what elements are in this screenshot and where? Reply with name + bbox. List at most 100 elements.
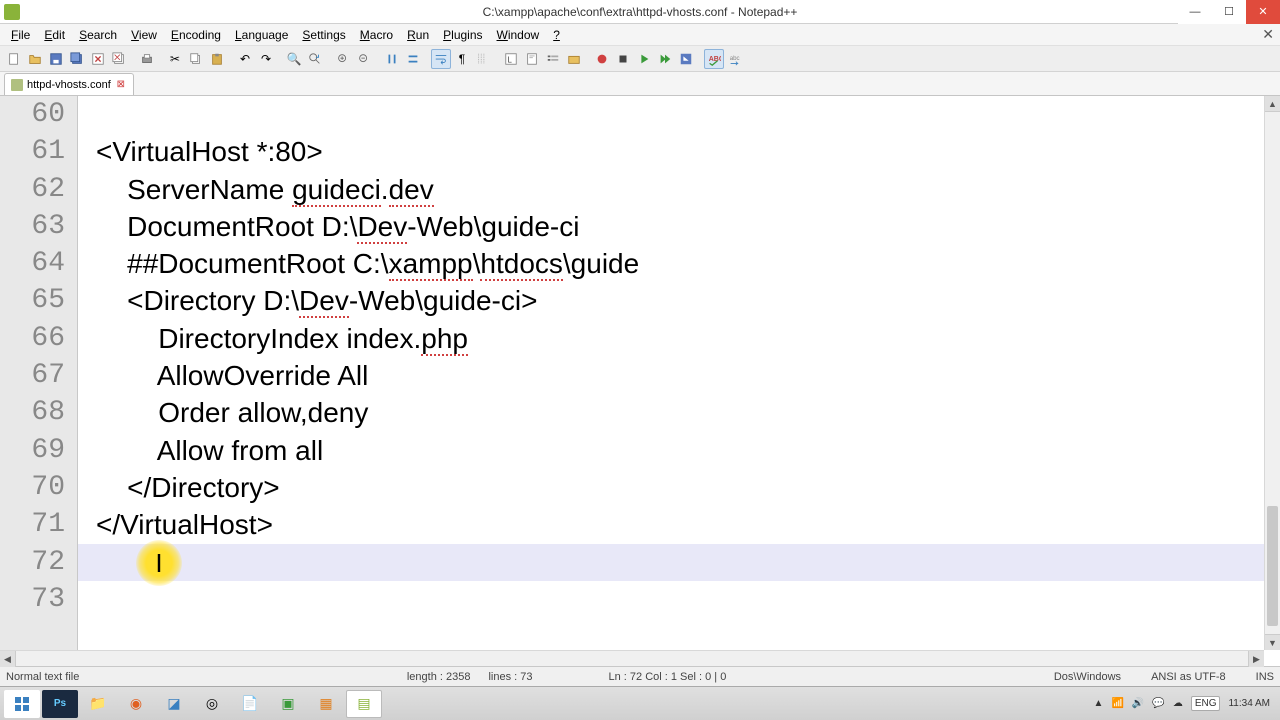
code-line[interactable] [78, 581, 1264, 618]
menu-window[interactable]: Window [490, 26, 547, 44]
user-lang-icon[interactable]: L [501, 49, 521, 69]
menu-encoding[interactable]: Encoding [164, 26, 228, 44]
replace-icon[interactable] [305, 49, 325, 69]
code-line[interactable] [78, 96, 1264, 133]
code-line[interactable]: <Directory D:\Dev-Web\guide-ci> [78, 282, 1264, 319]
spellcheck-next-icon[interactable]: abc [725, 49, 745, 69]
taskbar-app-photoshop[interactable]: Ps [42, 690, 78, 718]
print-icon[interactable] [137, 49, 157, 69]
save-all-icon[interactable] [67, 49, 87, 69]
code-line[interactable]: DirectoryIndex index.php [78, 320, 1264, 357]
code-line[interactable] [78, 544, 1264, 581]
close-button[interactable]: ✕ [1246, 0, 1280, 24]
code-area[interactable]: <VirtualHost *:80> ServerName guideci.de… [78, 96, 1264, 650]
code-line[interactable]: </Directory> [78, 469, 1264, 506]
show-all-chars-icon[interactable]: ¶ [452, 49, 472, 69]
close-all-icon[interactable] [109, 49, 129, 69]
status-lines: lines : 73 [488, 671, 532, 683]
code-line[interactable]: DocumentRoot D:\Dev-Web\guide-ci [78, 208, 1264, 245]
play-multi-icon[interactable] [655, 49, 675, 69]
tab-close-icon[interactable]: ⊠ [115, 79, 127, 91]
undo-icon[interactable]: ↶ [235, 49, 255, 69]
menu-run[interactable]: Run [400, 26, 436, 44]
line-number: 60 [0, 96, 77, 133]
indent-guide-icon[interactable] [473, 49, 493, 69]
doc-map-icon[interactable] [522, 49, 542, 69]
find-icon[interactable]: 🔍 [284, 49, 304, 69]
code-line[interactable]: ##DocumentRoot C:\xampp\htdocs\guide [78, 245, 1264, 282]
taskbar-app-xampp[interactable]: ▦ [308, 690, 344, 718]
save-macro-icon[interactable] [676, 49, 696, 69]
vertical-scrollbar[interactable]: ▲ ▼ [1264, 96, 1280, 650]
taskbar-app-cmd[interactable]: ▣ [270, 690, 306, 718]
paste-icon[interactable] [207, 49, 227, 69]
horizontal-scrollbar[interactable]: ◀ ▶ [0, 650, 1264, 666]
code-line[interactable]: ServerName guideci.dev [78, 171, 1264, 208]
line-number-gutter: 6061626364656667686970717273 [0, 96, 78, 650]
line-number: 62 [0, 171, 77, 208]
taskbar-app-explorer[interactable]: 📁 [80, 690, 116, 718]
toolbar-separator [697, 49, 703, 69]
scroll-up-icon[interactable]: ▲ [1265, 96, 1280, 112]
menu-macro[interactable]: Macro [353, 26, 400, 44]
open-file-icon[interactable] [25, 49, 45, 69]
sync-v-icon[interactable] [382, 49, 402, 69]
code-line[interactable]: Allow from all [78, 432, 1264, 469]
folder-view-icon[interactable] [564, 49, 584, 69]
start-button[interactable] [4, 690, 40, 718]
menu-search[interactable]: Search [72, 26, 124, 44]
tray-show-hidden-icon[interactable]: ▲ [1094, 698, 1104, 709]
taskbar-app-notepad[interactable]: 📄 [232, 690, 268, 718]
tray-network-icon[interactable]: 📶 [1111, 698, 1123, 709]
status-eol[interactable]: Dos\Windows [1054, 671, 1121, 683]
word-wrap-icon[interactable] [431, 49, 451, 69]
taskbar-app-vscode[interactable]: ◪ [156, 690, 192, 718]
code-line[interactable]: </VirtualHost> [78, 506, 1264, 543]
code-line[interactable]: <VirtualHost *:80> [78, 133, 1264, 170]
play-macro-icon[interactable] [634, 49, 654, 69]
file-tab[interactable]: httpd-vhosts.conf ⊠ [4, 73, 134, 95]
func-list-icon[interactable] [543, 49, 563, 69]
record-macro-icon[interactable] [592, 49, 612, 69]
status-insert-mode[interactable]: INS [1256, 671, 1274, 683]
line-number: 73 [0, 581, 77, 618]
status-encoding[interactable]: ANSI as UTF-8 [1151, 671, 1226, 683]
tray-time: 11:34 AM [1228, 698, 1270, 709]
scroll-down-icon[interactable]: ▼ [1265, 634, 1280, 650]
menu-edit[interactable]: Edit [37, 26, 72, 44]
cut-icon[interactable]: ✂ [165, 49, 185, 69]
tray-language[interactable]: ENG [1191, 696, 1221, 711]
menu-language[interactable]: Language [228, 26, 295, 44]
code-line[interactable]: AllowOverride All [78, 357, 1264, 394]
taskbar-app-firefox[interactable]: ◉ [118, 690, 154, 718]
redo-icon[interactable]: ↷ [256, 49, 276, 69]
spellcheck-icon[interactable]: ABC [704, 49, 724, 69]
stop-macro-icon[interactable] [613, 49, 633, 69]
scrollbar-thumb[interactable] [1267, 506, 1278, 626]
menu-settings[interactable]: Settings [295, 26, 352, 44]
menu-plugins[interactable]: Plugins [436, 26, 489, 44]
code-line[interactable]: Order allow,deny [78, 394, 1264, 431]
new-file-icon[interactable] [4, 49, 24, 69]
taskbar-app-chrome[interactable]: ◎ [194, 690, 230, 718]
minimize-button[interactable]: — [1178, 0, 1212, 24]
tray-volume-icon[interactable]: 🔊 [1132, 698, 1144, 709]
menu-view[interactable]: View [124, 26, 164, 44]
zoom-in-icon[interactable] [333, 49, 353, 69]
close-file-icon[interactable] [88, 49, 108, 69]
tray-clock[interactable]: 11:34 AM [1228, 698, 1270, 709]
tray-action-center-icon[interactable]: 💬 [1152, 698, 1164, 709]
menu-help[interactable]: ? [546, 26, 567, 44]
tray-onedrive-icon[interactable]: ☁ [1173, 698, 1183, 709]
line-number: 71 [0, 506, 77, 543]
copy-icon[interactable] [186, 49, 206, 69]
scroll-right-icon[interactable]: ▶ [1248, 651, 1264, 667]
taskbar-app-notepadpp[interactable]: ▤ [346, 690, 382, 718]
scroll-left-icon[interactable]: ◀ [0, 651, 16, 667]
sync-h-icon[interactable] [403, 49, 423, 69]
zoom-out-icon[interactable] [354, 49, 374, 69]
menu-file[interactable]: File [4, 26, 37, 44]
maximize-button[interactable]: ☐ [1212, 0, 1246, 24]
close-document-button[interactable]: ✕ [1262, 26, 1274, 43]
save-icon[interactable] [46, 49, 66, 69]
